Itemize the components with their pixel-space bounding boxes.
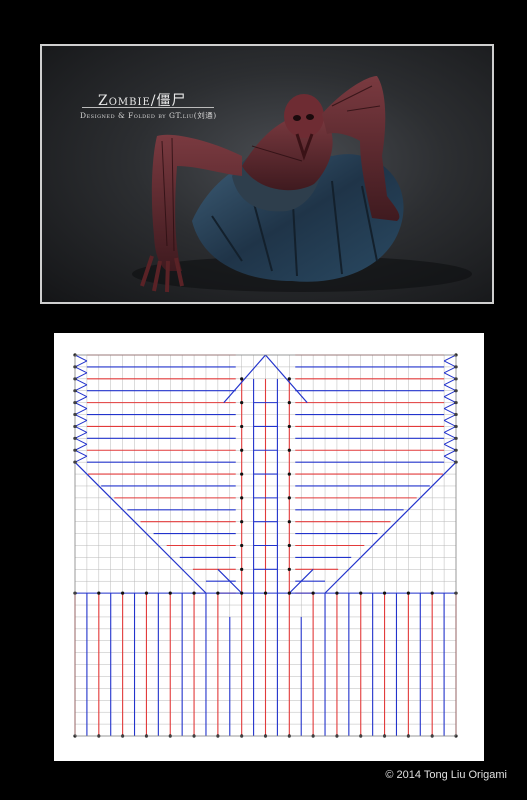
edge-zigzag [74, 449, 88, 457]
crease-vertex [287, 448, 291, 452]
edge-zigzag [74, 360, 88, 368]
edge-zigzag [443, 425, 457, 433]
edge-zigzag [74, 431, 88, 439]
zombie-model-image [132, 76, 472, 293]
edge-zigzag [443, 390, 457, 398]
model-photo: Zombie/僵尸 Designed & Folded by GT.liu(刘通… [40, 44, 494, 304]
crease-vertex [335, 591, 339, 595]
crease-pattern-panel [54, 333, 484, 761]
edge-zigzag [443, 372, 457, 380]
edge-zigzag [443, 443, 457, 451]
edge-zigzag [443, 384, 457, 392]
crease-vertex [287, 567, 291, 571]
crease-vertex [168, 591, 172, 595]
crease-pattern-diagram [73, 353, 458, 738]
crease-vertex [240, 543, 244, 548]
copyright-text: © 2014 Tong Liu Origami [385, 769, 507, 781]
edge-zigzag [443, 414, 457, 421]
crease-vertex [121, 591, 125, 595]
edge-zigzag [74, 372, 88, 380]
edge-zigzag [74, 390, 88, 398]
crease-vertex [406, 591, 410, 595]
crease-vertex [359, 591, 363, 595]
crease-vertex [240, 591, 244, 595]
edge-zigzag [443, 354, 457, 362]
edge-zigzag [443, 360, 457, 368]
crease-vertex [240, 377, 244, 381]
edge-zigzag [74, 402, 88, 410]
edge-zigzag [74, 425, 88, 433]
edge-zigzag [74, 378, 88, 386]
crease-vertex [287, 472, 291, 476]
photo-subtitle: Designed & Folded by GT.liu(刘通) [80, 111, 217, 120]
crease-vertex [287, 520, 291, 524]
crease-vertex [240, 448, 244, 452]
edge-zigzag [443, 437, 457, 445]
crease-vertex [240, 567, 244, 571]
crease-vertex [97, 591, 101, 595]
edge-zigzag [74, 437, 88, 445]
crease-vertex [311, 591, 315, 595]
edge-zigzag [443, 449, 457, 457]
edge-zigzag [74, 396, 88, 404]
crease-vertex [287, 591, 291, 595]
crease-vertex [240, 472, 244, 476]
crease-vertex [382, 591, 387, 595]
diagonal-crease [324, 461, 457, 594]
edge-zigzag [74, 455, 88, 463]
edge-zigzag [74, 354, 88, 362]
crease-vertex [287, 401, 291, 405]
diagonal-crease [74, 461, 207, 594]
edge-zigzag [443, 402, 457, 410]
crease-vertex [287, 496, 291, 500]
crease-vertex [263, 591, 268, 595]
edge-zigzag [443, 455, 457, 463]
crease-vertex [287, 377, 291, 381]
edge-zigzag [74, 366, 88, 374]
edge-zigzag [74, 420, 88, 427]
crease-vertex [192, 591, 196, 595]
crease-vertex [240, 424, 244, 429]
edge-zigzag [443, 408, 457, 415]
crease-vertex [240, 496, 244, 500]
edge-zigzag [443, 366, 457, 374]
crease-vertex [287, 543, 291, 548]
edge-zigzag [443, 431, 457, 439]
crease-vertex [430, 591, 434, 595]
edge-zigzag [74, 414, 88, 421]
crease-vertex [144, 591, 149, 595]
edge-zigzag [74, 384, 88, 392]
edge-zigzag [443, 378, 457, 386]
crease-vertex [240, 401, 244, 405]
crease-vertex [287, 424, 291, 429]
crease-vertex [240, 520, 244, 524]
photo-title: Zombie/僵尸 [98, 93, 187, 109]
edge-zigzag [74, 408, 88, 415]
edge-zigzag [74, 443, 88, 451]
edge-zigzag [443, 396, 457, 404]
edge-zigzag [443, 420, 457, 427]
crease-vertex [216, 591, 220, 595]
